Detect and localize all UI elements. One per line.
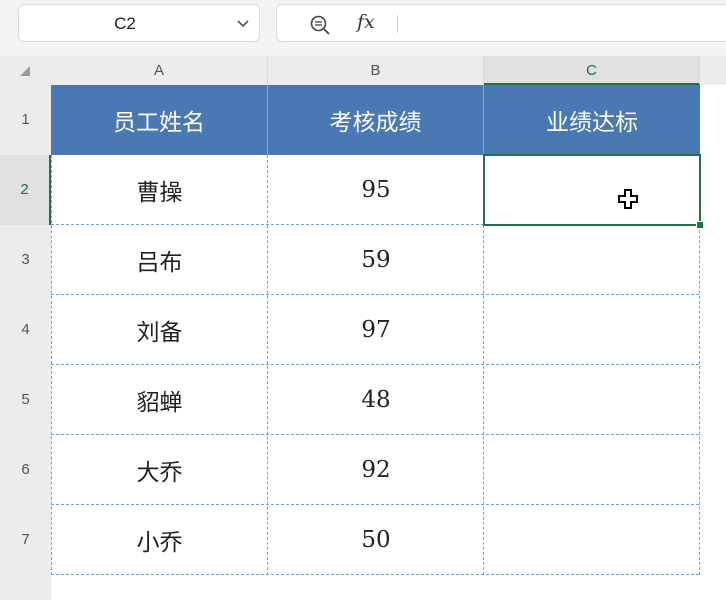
cell-a3[interactable]: 吕布 [51, 225, 268, 295]
worksheet-empty-area[interactable] [699, 85, 726, 600]
cell-b7[interactable]: 50 [268, 505, 484, 575]
row-header-5[interactable]: 5 [0, 365, 51, 435]
gridline [51, 364, 699, 365]
function-icon[interactable]: fx [357, 11, 375, 33]
cell-b6[interactable]: 92 [268, 435, 484, 505]
worksheet-empty-area-bottom[interactable] [51, 575, 699, 600]
column-header-c[interactable]: C [484, 56, 700, 85]
cell-b3[interactable]: 59 [268, 225, 484, 295]
cell-a5[interactable]: 貂蝉 [51, 365, 268, 435]
row-header-2[interactable]: 2 [0, 155, 51, 225]
name-box-value[interactable]: C2 [19, 5, 231, 43]
fill-handle[interactable] [696, 221, 704, 229]
formula-bar[interactable]: fx [276, 4, 726, 42]
chevron-down-icon[interactable] [235, 15, 251, 31]
toolbar: C2 fx [0, 0, 726, 50]
gridline [267, 155, 268, 575]
cell-a2[interactable]: 曹操 [51, 155, 268, 225]
cell-b2[interactable]: 95 [268, 155, 484, 225]
column-header-next[interactable] [700, 56, 726, 85]
gridline [51, 155, 52, 575]
cell-c4[interactable] [484, 295, 700, 365]
column-header-a[interactable]: A [51, 56, 268, 85]
row-header-empty [0, 575, 51, 600]
cell-a7[interactable]: 小乔 [51, 505, 268, 575]
column-header-b[interactable]: B [268, 56, 484, 85]
cell-c6[interactable] [484, 435, 700, 505]
select-all-icon [20, 66, 30, 76]
cell-b5[interactable]: 48 [268, 365, 484, 435]
cell-c3[interactable] [484, 225, 700, 295]
gridline [51, 504, 699, 505]
row-header-1[interactable]: 1 [0, 85, 51, 155]
cell-c7[interactable] [484, 505, 700, 575]
row-header-7[interactable]: 7 [0, 505, 51, 575]
cell-c5[interactable] [484, 365, 700, 435]
cell-a4[interactable]: 刘备 [51, 295, 268, 365]
select-all-corner[interactable] [0, 56, 51, 85]
row-header-6[interactable]: 6 [0, 435, 51, 505]
name-box[interactable]: C2 [18, 4, 260, 42]
gridline [51, 574, 699, 575]
active-cell-border[interactable] [483, 154, 701, 226]
cell-a6[interactable]: 大乔 [51, 435, 268, 505]
cell-c1[interactable]: 业绩达标 [484, 85, 700, 155]
row-header-4[interactable]: 4 [0, 295, 51, 365]
cell-a1[interactable]: 员工姓名 [51, 85, 268, 155]
cell-b1[interactable]: 考核成绩 [268, 85, 484, 155]
cell-b4[interactable]: 97 [268, 295, 484, 365]
zoom-out-icon[interactable] [309, 14, 331, 36]
row-header-3[interactable]: 3 [0, 225, 51, 295]
formula-bar-divider [397, 15, 398, 33]
cell-select-cursor-icon [618, 189, 638, 209]
gridline [51, 294, 699, 295]
gridline [51, 434, 699, 435]
